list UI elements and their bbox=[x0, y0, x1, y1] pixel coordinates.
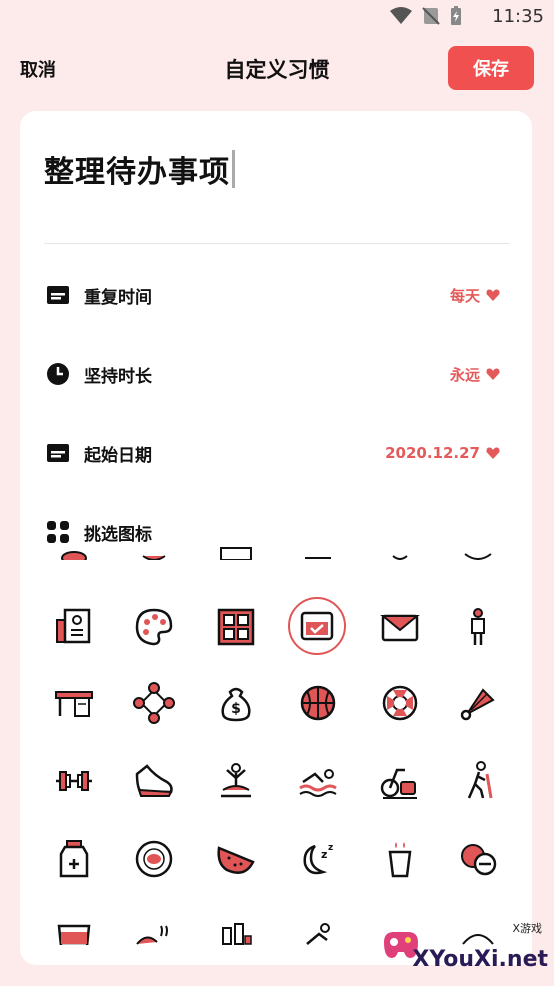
save-button[interactable]: 保存 bbox=[448, 46, 534, 90]
exercise-bike-icon[interactable] bbox=[370, 751, 430, 811]
setting-repeat-time[interactable]: 重复时间 每天 bbox=[46, 275, 500, 315]
sneaker-icon[interactable] bbox=[124, 751, 184, 811]
window-icon[interactable] bbox=[206, 597, 266, 657]
partial-icon[interactable] bbox=[288, 547, 348, 569]
medicine-bottle-icon[interactable] bbox=[44, 829, 104, 889]
setting-label: 坚持时长 bbox=[84, 366, 152, 387]
header: 取消 自定义习惯 保存 bbox=[0, 40, 554, 96]
divider bbox=[44, 243, 510, 244]
setting-value[interactable]: 每天 bbox=[450, 285, 500, 306]
partial-icon[interactable] bbox=[448, 547, 508, 569]
icon-row: zz bbox=[20, 829, 532, 899]
swimming-icon[interactable] bbox=[288, 751, 348, 811]
wifi-icon bbox=[390, 7, 412, 24]
habit-form-card: 整理待办事项 重复时间 每天 坚持时长 永远 起始日期 2020.12.27 挑… bbox=[20, 111, 532, 965]
watermelon-icon[interactable] bbox=[206, 829, 266, 889]
chevron-down-icon bbox=[486, 289, 500, 301]
icon-row bbox=[20, 751, 532, 821]
pill-icon[interactable] bbox=[448, 829, 508, 889]
svg-text:$: $ bbox=[231, 701, 241, 717]
icon-row: $ bbox=[20, 673, 532, 743]
yoga-icon[interactable] bbox=[206, 751, 266, 811]
setting-start-date[interactable]: 起始日期 2020.12.27 bbox=[46, 433, 500, 473]
desk-icon[interactable] bbox=[44, 673, 104, 733]
svg-text:z: z bbox=[321, 848, 327, 861]
sleep-moon-icon[interactable]: zz bbox=[288, 829, 348, 889]
chevron-down-icon bbox=[486, 447, 500, 459]
setting-value-text: 2020.12.27 bbox=[385, 444, 480, 462]
partial-icon[interactable] bbox=[370, 547, 430, 569]
dumbbell-icon[interactable] bbox=[44, 751, 104, 811]
grid-icon bbox=[47, 521, 69, 543]
setting-label: 重复时间 bbox=[84, 287, 152, 308]
calendar-icon bbox=[47, 286, 69, 304]
partial-icon[interactable] bbox=[206, 547, 266, 569]
partial-icon[interactable] bbox=[44, 547, 104, 569]
icon-picker-header: 挑选图标 bbox=[46, 512, 500, 552]
watermark-text: XYouXi.net bbox=[412, 947, 548, 972]
palette-icon[interactable] bbox=[124, 597, 184, 657]
chevron-down-icon bbox=[486, 368, 500, 380]
setting-value-text: 永远 bbox=[449, 365, 480, 384]
drink-glass-icon[interactable] bbox=[370, 829, 430, 889]
partial-icon[interactable] bbox=[206, 905, 266, 945]
watermark-subtext: X游戏 bbox=[512, 922, 542, 935]
basketball-icon[interactable] bbox=[288, 673, 348, 733]
no-sim-icon bbox=[422, 7, 440, 25]
person-icon[interactable] bbox=[448, 597, 508, 657]
checked-calendar-icon[interactable] bbox=[288, 597, 346, 655]
plate-food-icon[interactable] bbox=[124, 829, 184, 889]
battery-charging-icon bbox=[451, 6, 461, 25]
shuttlecock-icon[interactable] bbox=[448, 673, 508, 733]
calendar-icon bbox=[47, 444, 69, 462]
id-card-icon[interactable] bbox=[44, 597, 104, 657]
setting-value[interactable]: 永远 bbox=[450, 364, 500, 385]
svg-text:z: z bbox=[328, 843, 333, 853]
money-bag-icon[interactable]: $ bbox=[206, 673, 266, 733]
status-bar: 11:35 bbox=[0, 0, 554, 32]
partial-icon[interactable] bbox=[288, 905, 348, 945]
icon-picker-label: 挑选图标 bbox=[84, 524, 152, 545]
text-cursor bbox=[232, 150, 235, 188]
icon-grid: $ zz bbox=[20, 547, 532, 945]
setting-duration[interactable]: 坚持时长 永远 bbox=[46, 354, 500, 394]
network-icon[interactable] bbox=[124, 673, 184, 733]
walking-icon[interactable] bbox=[448, 751, 508, 811]
setting-value-text: 每天 bbox=[449, 286, 480, 305]
habit-name-text: 整理待办事项 bbox=[44, 155, 230, 190]
setting-value[interactable]: 2020.12.27 bbox=[385, 444, 500, 462]
envelope-icon[interactable] bbox=[370, 597, 430, 657]
icon-row bbox=[20, 547, 532, 579]
status-icons bbox=[390, 6, 462, 26]
partial-icon[interactable] bbox=[124, 905, 184, 945]
lifebuoy-icon[interactable] bbox=[370, 673, 430, 733]
watermark: X游戏 XYouXi.net bbox=[380, 920, 548, 972]
habit-name-input[interactable]: 整理待办事项 bbox=[44, 147, 235, 191]
icon-row bbox=[20, 597, 532, 667]
status-time: 11:35 bbox=[492, 6, 544, 27]
partial-icon[interactable] bbox=[44, 905, 104, 945]
partial-icon[interactable] bbox=[124, 547, 184, 569]
clock-icon bbox=[47, 363, 69, 385]
setting-label: 起始日期 bbox=[84, 445, 152, 466]
